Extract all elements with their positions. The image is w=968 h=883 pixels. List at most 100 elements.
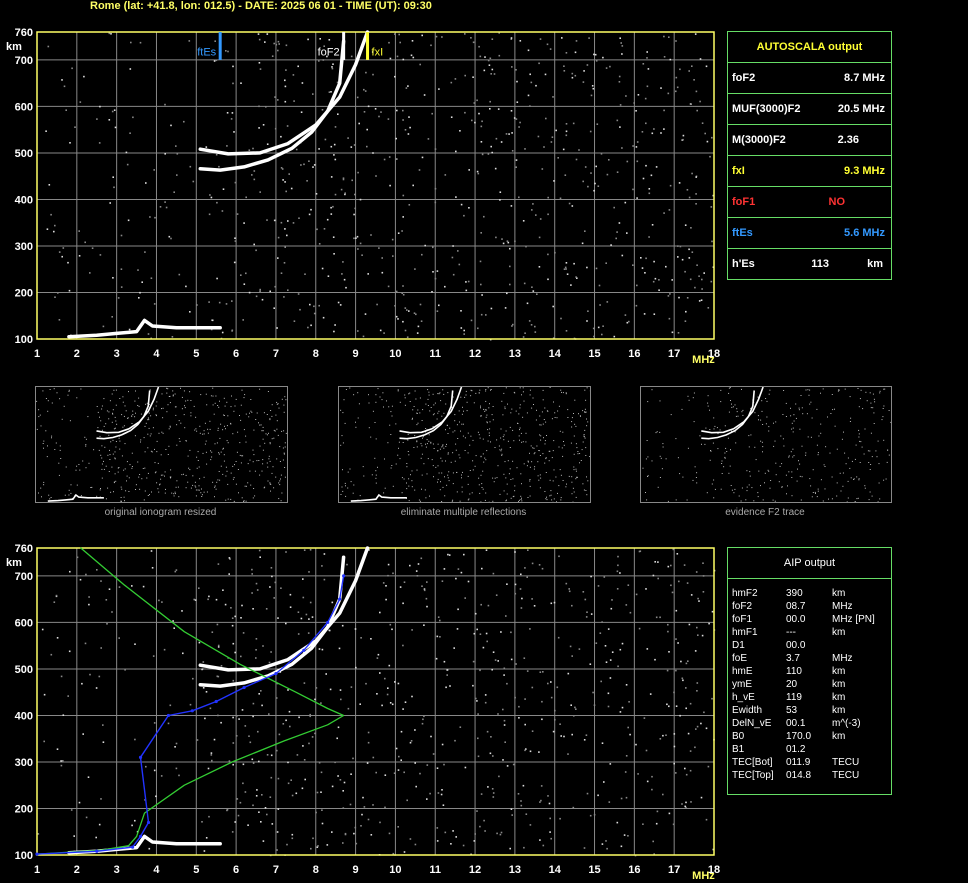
thumb-noise: [175, 486, 177, 488]
thumb-noise: [443, 393, 445, 395]
noise-dot: [497, 108, 500, 110]
noise-dot: [366, 128, 368, 131]
thumb-noise: [266, 462, 268, 464]
noise-dot: [396, 55, 399, 58]
noise-dot: [337, 301, 340, 304]
thumb-noise: [836, 482, 838, 484]
noise-dot: [542, 671, 544, 673]
noise-dot: [73, 835, 75, 837]
noise-dot: [273, 42, 275, 45]
noise-dot: [217, 563, 220, 565]
noise-dot: [578, 648, 581, 650]
thumb-noise: [586, 476, 587, 478]
thumb-noise: [787, 485, 788, 487]
thumb-noise: [575, 496, 577, 498]
thumb-noise: [844, 388, 846, 390]
noise-dot: [684, 224, 687, 226]
thumb-noise: [169, 402, 171, 404]
thumb-noise: [131, 466, 133, 467]
thumb-noise: [353, 484, 355, 486]
noise-dot: [531, 730, 534, 732]
thumb-noise: [129, 464, 131, 466]
thumb-noise: [766, 400, 768, 402]
noise-dot: [587, 185, 589, 188]
noise-dot: [599, 304, 601, 306]
noise-dot: [571, 655, 573, 657]
noise-dot: [354, 193, 356, 196]
thumb-noise: [341, 486, 343, 488]
thumb-noise: [472, 469, 474, 471]
noise-dot: [623, 834, 626, 836]
thumb-noise: [580, 415, 581, 417]
thumb-noise: [711, 483, 713, 485]
noise-dot: [627, 584, 630, 586]
thumb-noise: [199, 432, 201, 434]
thumb-noise: [101, 405, 103, 407]
thumb-noise: [765, 398, 767, 399]
noise-dot: [402, 293, 405, 296]
thumb-noise: [455, 449, 457, 451]
noise-dot: [341, 273, 343, 275]
thumb-noise: [194, 429, 196, 431]
noise-dot: [242, 319, 244, 321]
thumb-noise: [454, 414, 456, 416]
noise-dot: [597, 585, 600, 587]
noise-dot: [383, 332, 385, 334]
thumb-noise: [219, 437, 221, 439]
noise-dot: [635, 304, 638, 307]
noise-dot: [403, 581, 406, 583]
thumb-noise: [196, 467, 198, 469]
thumb-noise: [458, 454, 460, 456]
noise-dot: [514, 592, 517, 595]
noise-dot: [477, 755, 480, 758]
thumb-noise: [520, 432, 522, 434]
noise-dot: [91, 247, 94, 249]
thumb-noise: [510, 497, 512, 499]
thumb-noise: [785, 416, 787, 417]
noise-dot: [131, 585, 133, 587]
noise-dot: [134, 819, 136, 822]
thumb-noise: [359, 495, 361, 497]
thumb-noise: [817, 490, 819, 492]
thumb-noise: [511, 408, 513, 410]
thumb-noise: [387, 442, 389, 444]
noise-dot: [515, 69, 517, 71]
noise-dot: [379, 821, 381, 824]
noise-dot: [400, 759, 402, 761]
thumb-noise: [871, 456, 873, 458]
noise-dot: [313, 305, 315, 308]
ionogram-panel-0: 1 2 3 4 5 6 7 8 9 10 11 12 13 14 15 16 17 18MHz7006005004…: [6, 27, 720, 366]
thumb-noise: [140, 413, 142, 415]
thumb-noise: [41, 496, 42, 498]
autoscala-value: NO: [828, 196, 846, 208]
thumb-noise: [551, 499, 553, 501]
noise-dot: [565, 52, 568, 54]
noise-dot: [707, 765, 710, 768]
noise-dot: [293, 320, 296, 322]
noise-dot: [524, 749, 526, 752]
thumb-noise: [883, 405, 885, 407]
thumb-noise: [755, 459, 757, 461]
thumb-noise: [526, 412, 528, 414]
thumb-noise: [249, 412, 250, 414]
aip-unit: TECU: [832, 757, 860, 768]
thumb-noise: [179, 440, 181, 442]
noise-dot: [477, 172, 480, 175]
thumb-noise: [560, 497, 562, 499]
thumb-noise: [540, 439, 542, 441]
noise-dot: [557, 157, 559, 159]
autoscala-value: 9.3 MHz: [844, 165, 885, 177]
aip-unit: km: [832, 692, 846, 703]
noise-dot: [688, 248, 690, 251]
thumb-noise: [795, 417, 797, 419]
thumb-noise: [768, 426, 770, 428]
noise-dot: [158, 599, 160, 602]
noise-dot: [60, 675, 63, 678]
y-tick-label: 100: [15, 850, 33, 862]
thumb-noise: [775, 462, 777, 464]
noise-dot: [586, 611, 588, 613]
noise-dot: [287, 782, 290, 785]
noise-dot: [344, 832, 347, 835]
noise-dot: [706, 140, 709, 143]
noise-dot: [655, 166, 658, 168]
